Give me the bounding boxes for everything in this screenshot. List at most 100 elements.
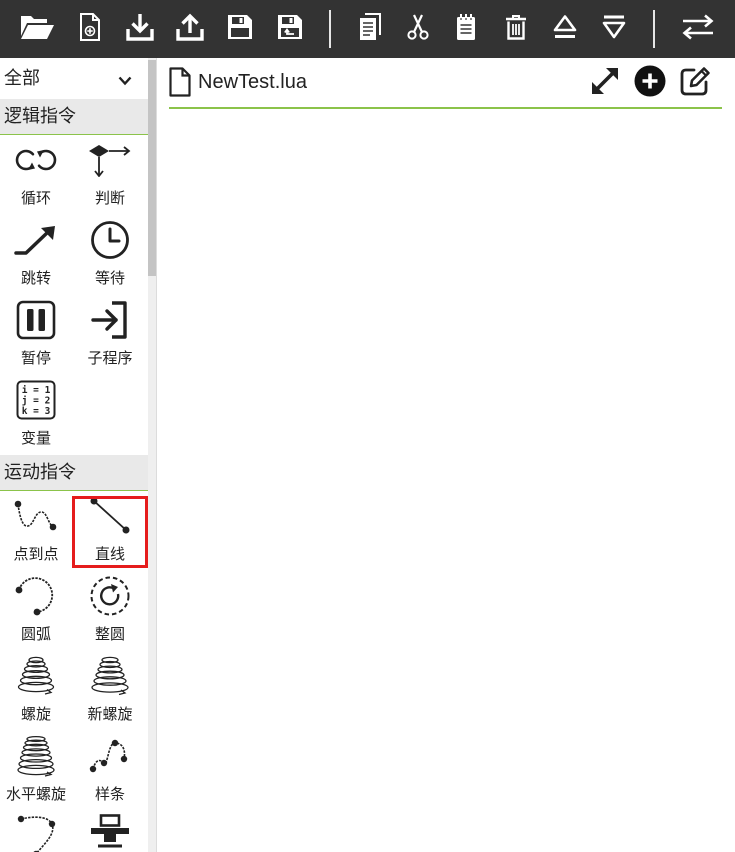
save-icon <box>227 14 253 44</box>
instruction-point-to-point[interactable]: 点到点 <box>0 491 72 571</box>
folder-open-icon <box>20 14 54 44</box>
file-icon <box>169 67 191 97</box>
spline-points-icon <box>0 814 72 852</box>
instruction-arc[interactable]: 圆弧 <box>0 571 72 651</box>
jump-icon <box>0 218 72 262</box>
toolbar-separator <box>653 10 655 48</box>
expand-icon <box>589 65 621 101</box>
category-dropdown-value: 全部 <box>4 68 40 89</box>
copy-button[interactable] <box>350 9 390 49</box>
notepad-button[interactable] <box>446 9 486 49</box>
instruction-label: 圆弧 <box>20 625 51 643</box>
new-file-button[interactable] <box>70 9 110 49</box>
delete-button[interactable] <box>496 9 536 49</box>
variable-icon: i = 1 j = 2 k = 3 <box>0 378 72 422</box>
download-button[interactable] <box>120 9 160 49</box>
instruction-partial-left[interactable] <box>0 811 72 852</box>
move-down-icon <box>602 14 626 44</box>
instruction-branch[interactable]: 判断 <box>72 135 148 215</box>
instruction-label: 等待 <box>94 269 125 287</box>
spline-icon <box>72 734 148 778</box>
instruction-wait[interactable]: 等待 <box>72 215 148 295</box>
category-dropdown[interactable]: 全部 <box>0 58 148 99</box>
cut-icon <box>407 14 429 44</box>
horizontal-spiral-icon <box>0 734 72 778</box>
sign-in-icon <box>72 298 148 342</box>
copy-icon <box>359 13 381 45</box>
sidebar-scrollbar[interactable] <box>148 58 157 852</box>
instruction-subroutine[interactable]: 子程序 <box>72 295 148 375</box>
instruction-label: 跳转 <box>20 269 51 287</box>
clock-icon <box>72 218 148 262</box>
instruction-spline[interactable]: 样条 <box>72 731 148 811</box>
instruction-line[interactable]: 直线 <box>72 491 148 571</box>
instruction-label: 螺旋 <box>20 705 51 723</box>
ptp-curve-icon <box>0 494 72 538</box>
pause-icon <box>0 298 72 342</box>
main-toolbar <box>0 0 735 58</box>
instruction-label: 子程序 <box>87 349 133 367</box>
full-circle-icon <box>72 574 148 618</box>
instruction-label: 变量 <box>20 429 51 447</box>
move-up-button[interactable] <box>545 9 585 49</box>
section-header-motion[interactable]: 运动指令 <box>0 455 148 491</box>
swap-button[interactable] <box>678 9 718 49</box>
instruction-label: 新螺旋 <box>87 705 133 723</box>
instruction-label: 直线 <box>94 545 125 563</box>
notepad-icon <box>456 13 476 45</box>
instruction-label: 判断 <box>94 189 125 207</box>
upload-icon <box>176 13 204 45</box>
instruction-label: 整圆 <box>94 625 125 643</box>
save-as-icon <box>277 14 303 44</box>
line-segment-icon <box>72 494 148 538</box>
code-editor[interactable] <box>157 112 735 852</box>
instruction-full-circle[interactable]: 整圆 <box>72 571 148 651</box>
sidebar-scrollbar-thumb[interactable] <box>148 60 156 276</box>
expand-button[interactable] <box>588 66 622 100</box>
instruction-partial-right[interactable] <box>72 811 148 852</box>
instruction-new-spiral[interactable]: 新螺旋 <box>72 651 148 731</box>
save-button[interactable] <box>220 9 260 49</box>
add-button[interactable] <box>633 65 667 101</box>
trash-icon <box>505 14 527 44</box>
new-file-icon <box>79 13 101 45</box>
instruction-label: 点到点 <box>13 545 59 563</box>
editor-header-divider <box>169 107 722 109</box>
variable-icon-text: i = 1 <box>22 385 51 396</box>
instruction-label: 循环 <box>20 189 51 207</box>
swap-icon <box>682 14 714 44</box>
save-as-button[interactable] <box>270 9 310 49</box>
instruction-jump[interactable]: 跳转 <box>0 215 72 295</box>
file-name-title: NewTest.lua <box>198 71 307 93</box>
toolbar-separator <box>329 10 331 48</box>
instruction-loop[interactable]: 循环 <box>0 135 72 215</box>
arc-icon <box>0 574 72 618</box>
download-icon <box>126 13 154 45</box>
instruction-variable[interactable]: i = 1 j = 2 k = 3 变量 <box>0 375 72 455</box>
instruction-label: 样条 <box>94 785 125 803</box>
open-folder-button[interactable] <box>17 9 57 49</box>
motion-instruction-grid: 点到点 直线 圆弧 整圆 螺旋 新螺旋 水平螺旋 样条 <box>0 491 148 852</box>
instruction-label: 暂停 <box>20 349 51 367</box>
plus-circle-icon <box>634 65 666 101</box>
instruction-spiral[interactable]: 螺旋 <box>0 651 72 731</box>
upload-button[interactable] <box>170 9 210 49</box>
instruction-label: 水平螺旋 <box>5 785 66 803</box>
move-down-button[interactable] <box>594 9 634 49</box>
edit-icon <box>679 65 711 101</box>
instruction-pause[interactable]: 暂停 <box>0 295 72 375</box>
cut-button[interactable] <box>398 9 438 49</box>
variable-icon-text: k = 3 <box>22 406 51 417</box>
instruction-horizontal-spiral[interactable]: 水平螺旋 <box>0 731 72 811</box>
tool-icon <box>72 814 148 852</box>
move-up-icon <box>553 14 577 44</box>
loop-icon <box>0 138 72 182</box>
chevron-down-icon <box>118 72 132 86</box>
new-spiral-icon <box>72 654 148 698</box>
branch-icon <box>72 138 148 182</box>
variable-icon-text: j = 2 <box>22 396 51 407</box>
section-header-logic[interactable]: 逻辑指令 <box>0 99 148 135</box>
logic-instruction-grid: 循环 判断 跳转 等待 暂停 子程序 i = 1 j = 2 k = 3 变量 <box>0 135 148 455</box>
edit-button[interactable] <box>678 66 712 100</box>
instruction-sidebar: 全部 逻辑指令 循环 判断 跳转 等待 暂停 子程序 i = 1 j = 2 k… <box>0 58 148 852</box>
